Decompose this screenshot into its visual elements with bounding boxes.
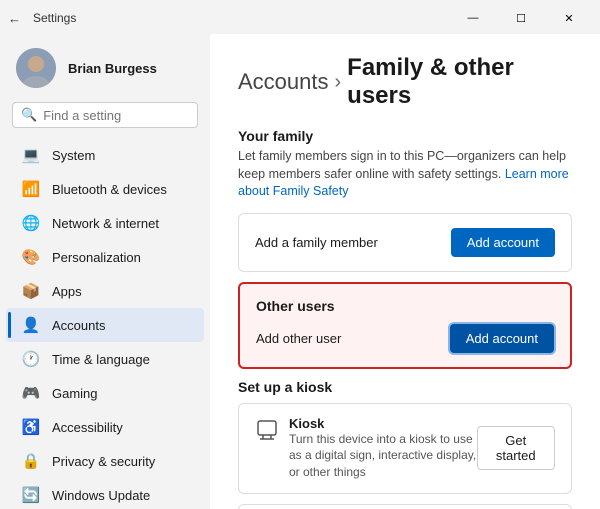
kiosk-icon — [255, 418, 279, 448]
your-family-desc: Let family members sign in to this PC—or… — [238, 148, 572, 201]
sidebar-item-gaming[interactable]: 🎮 Gaming — [6, 376, 204, 410]
add-family-card: Add a family member Add account — [238, 213, 572, 272]
your-family-section: Your family Let family members sign in t… — [238, 128, 572, 272]
sidebar-item-label: System — [52, 148, 95, 163]
other-users-title: Other users — [256, 298, 554, 314]
page-title: Family & other users — [347, 54, 572, 110]
sidebar-item-label: Network & internet — [52, 216, 159, 231]
system-icon: 💻 — [22, 146, 40, 164]
accounts-icon: 👤 — [22, 316, 40, 334]
sidebar-item-accounts[interactable]: 👤 Accounts — [6, 308, 204, 342]
search-input[interactable] — [43, 108, 210, 123]
gaming-icon: 🎮 — [22, 384, 40, 402]
kiosk-section: Set up a kiosk Kiosk Turn this device in… — [238, 379, 572, 494]
user-profile: Brian Burgess — [0, 38, 210, 102]
sidebar-item-bluetooth[interactable]: 📶 Bluetooth & devices — [6, 172, 204, 206]
kiosk-card: Kiosk Turn this device into a kiosk to u… — [238, 403, 572, 494]
sidebar-item-label: Personalization — [52, 250, 141, 265]
add-other-user-label: Add other user — [256, 331, 341, 346]
window-title: Settings — [33, 11, 76, 25]
sidebar-item-network[interactable]: 🌐 Network & internet — [6, 206, 204, 240]
sidebar-item-label: Bluetooth & devices — [52, 182, 167, 197]
user-name: Brian Burgess — [68, 61, 157, 76]
back-icon[interactable]: ← — [8, 11, 21, 26]
sidebar-item-accessibility[interactable]: ♿ Accessibility — [6, 410, 204, 444]
close-button[interactable]: ✕ — [546, 3, 592, 33]
sidebar-item-system[interactable]: 💻 System — [6, 138, 204, 172]
personalization-icon: 🎨 — [22, 248, 40, 266]
privacy-icon: 🔒 — [22, 452, 40, 470]
accessibility-icon: ♿ — [22, 418, 40, 436]
sidebar-item-apps[interactable]: 📦 Apps — [6, 274, 204, 308]
kiosk-desc: Turn this device into a kiosk to use as … — [289, 431, 477, 481]
sidebar-item-time[interactable]: 🕐 Time & language — [6, 342, 204, 376]
other-users-section: Other users Add other user Add account — [238, 282, 572, 369]
other-users-row: Add other user Add account — [256, 324, 554, 353]
help-section: ⚙ Help from the web ⌃ Creating a local u… — [238, 504, 572, 509]
minimize-button[interactable]: — — [450, 3, 496, 33]
sidebar-item-update[interactable]: 🔄 Windows Update — [6, 478, 204, 509]
main-content: Accounts › Family & other users Your fam… — [210, 34, 600, 509]
kiosk-name: Kiosk — [289, 416, 477, 431]
help-header[interactable]: ⚙ Help from the web ⌃ — [239, 505, 571, 509]
sidebar-item-label: Time & language — [52, 352, 150, 367]
sidebar: Brian Burgess 🔍 💻 System 📶 Bluetooth & devi… — [0, 34, 210, 509]
sidebar-item-personalization[interactable]: 🎨 Personalization — [6, 240, 204, 274]
update-icon: 🔄 — [22, 486, 40, 504]
bluetooth-icon: 📶 — [22, 180, 40, 198]
your-family-title: Your family — [238, 128, 572, 144]
sidebar-item-label: Apps — [52, 284, 82, 299]
kiosk-title: Set up a kiosk — [238, 379, 572, 395]
apps-icon: 📦 — [22, 282, 40, 300]
search-box[interactable]: 🔍 — [12, 102, 198, 128]
kiosk-info: Kiosk Turn this device into a kiosk to u… — [255, 416, 477, 481]
add-family-button[interactable]: Add account — [451, 228, 555, 257]
sidebar-item-label: Accounts — [52, 318, 105, 333]
time-icon: 🕐 — [22, 350, 40, 368]
search-icon: 🔍 — [21, 107, 37, 123]
sidebar-item-label: Accessibility — [52, 420, 123, 435]
sidebar-item-label: Privacy & security — [52, 454, 155, 469]
page-header: Accounts › Family & other users — [238, 54, 572, 110]
network-icon: 🌐 — [22, 214, 40, 232]
get-started-button[interactable]: Get started — [477, 426, 555, 470]
sidebar-item-label: Windows Update — [52, 488, 150, 503]
add-other-user-button[interactable]: Add account — [450, 324, 554, 353]
breadcrumb-arrow: › — [335, 71, 342, 94]
avatar — [16, 48, 56, 88]
maximize-button[interactable]: ☐ — [498, 3, 544, 33]
add-family-label: Add a family member — [255, 235, 378, 250]
title-bar: ← Settings — ☐ ✕ — [0, 0, 600, 34]
sidebar-item-privacy[interactable]: 🔒 Privacy & security — [6, 444, 204, 478]
sidebar-item-label: Gaming — [52, 386, 98, 401]
breadcrumb: Accounts — [238, 69, 329, 95]
